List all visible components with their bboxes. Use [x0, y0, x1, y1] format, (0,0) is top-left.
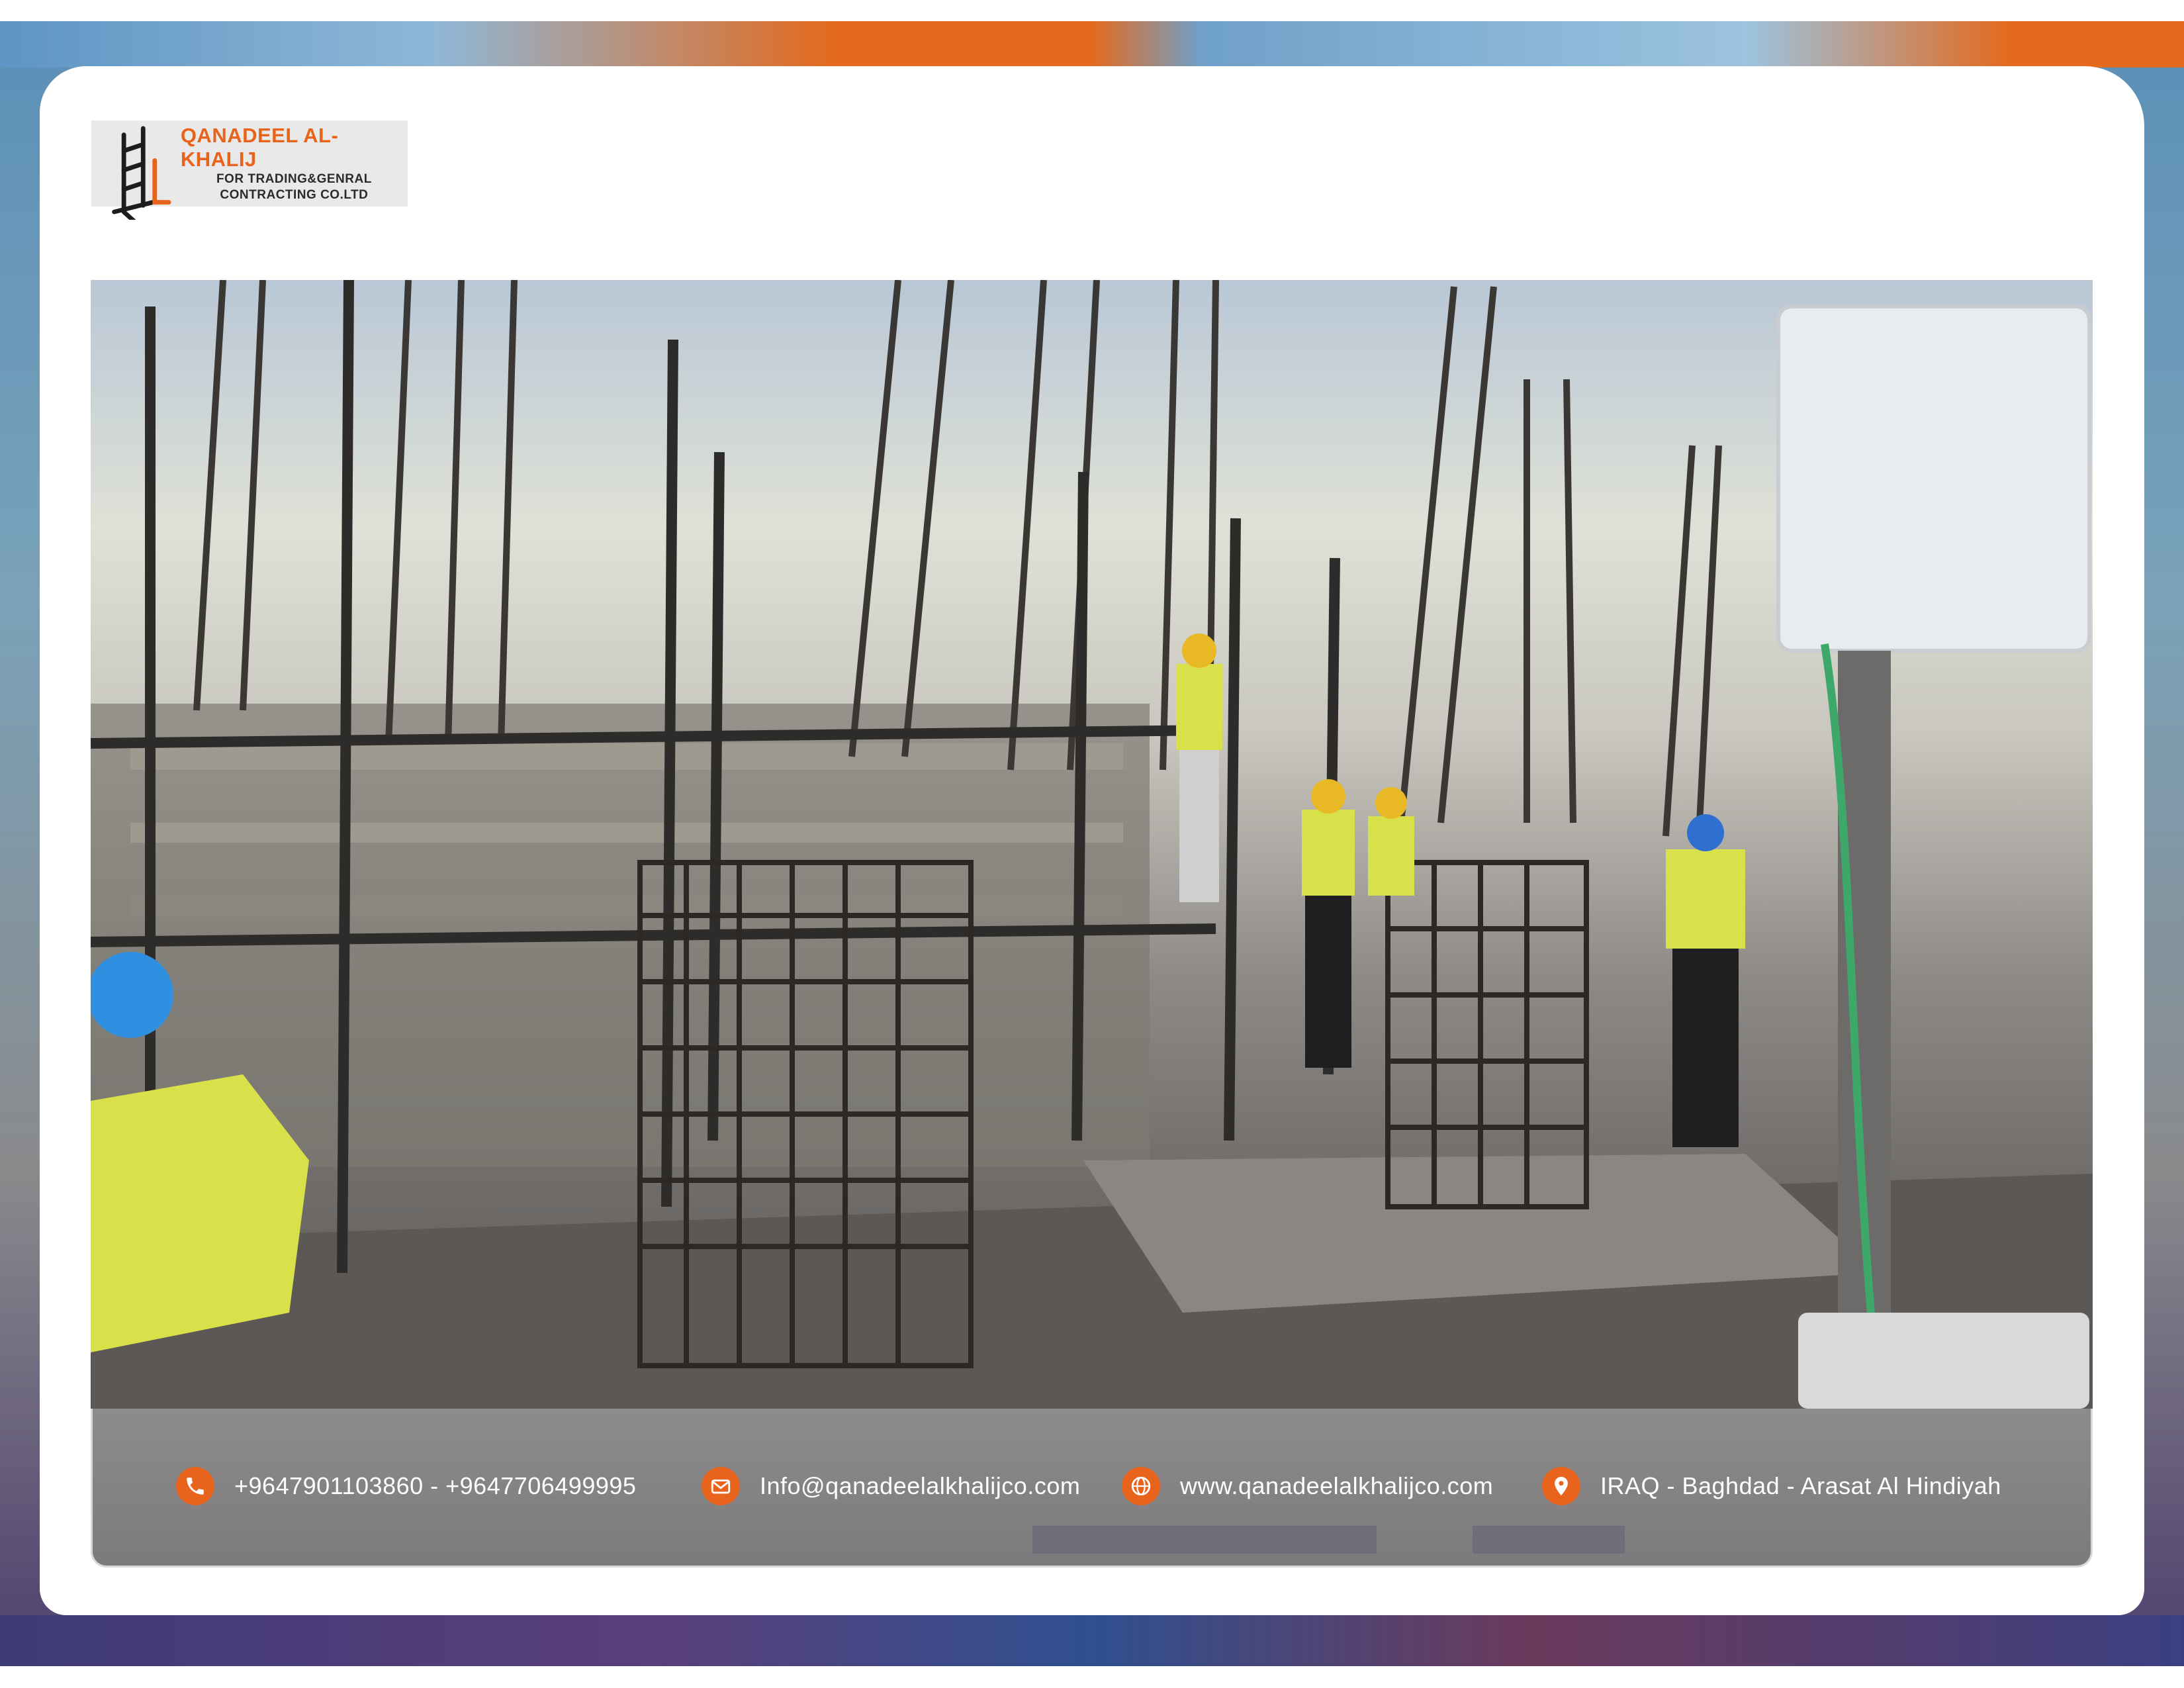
website-url[interactable]: www.qanadeelalkhalijco.com	[1180, 1472, 1493, 1500]
location-pin-icon	[1542, 1467, 1580, 1505]
decorative-bottom-strip	[0, 1615, 2184, 1666]
company-subtitle-line1: FOR TRADING&GENRAL	[216, 172, 372, 186]
mail-icon	[702, 1467, 740, 1505]
construction-site-photo	[91, 280, 2093, 1409]
contact-phone: +9647901103860 - +9647706499995	[176, 1467, 636, 1505]
contact-website: www.qanadeelalkhalijco.com	[1122, 1467, 1493, 1505]
globe-icon	[1122, 1467, 1160, 1505]
decorative-top-strip	[0, 21, 2184, 68]
phone-icon	[176, 1467, 214, 1505]
decorative-tab-left	[1032, 1526, 1377, 1554]
company-subtitle-line2: CONTRACTING CO.LTD	[220, 188, 369, 202]
photo-illustration	[91, 280, 2093, 1409]
email-address[interactable]: Info@qanadeelalkhalijco.com	[760, 1472, 1080, 1500]
contact-address: IRAQ - Baghdad - Arasat Al Hindiyah	[1542, 1467, 2001, 1505]
phone-numbers[interactable]: +9647901103860 - +9647706499995	[234, 1472, 636, 1500]
company-logo: QANADEEL AL-KHALIJ FOR TRADING&GENRAL CO…	[91, 120, 408, 220]
address-text: IRAQ - Baghdad - Arasat Al Hindiyah	[1600, 1472, 2001, 1499]
company-name: QANADEEL AL-KHALIJ	[180, 124, 339, 171]
scaffold-logo-icon	[112, 126, 171, 220]
decorative-tab-right	[1473, 1526, 1625, 1554]
contact-email: Info@qanadeelalkhalijco.com	[702, 1467, 1080, 1505]
